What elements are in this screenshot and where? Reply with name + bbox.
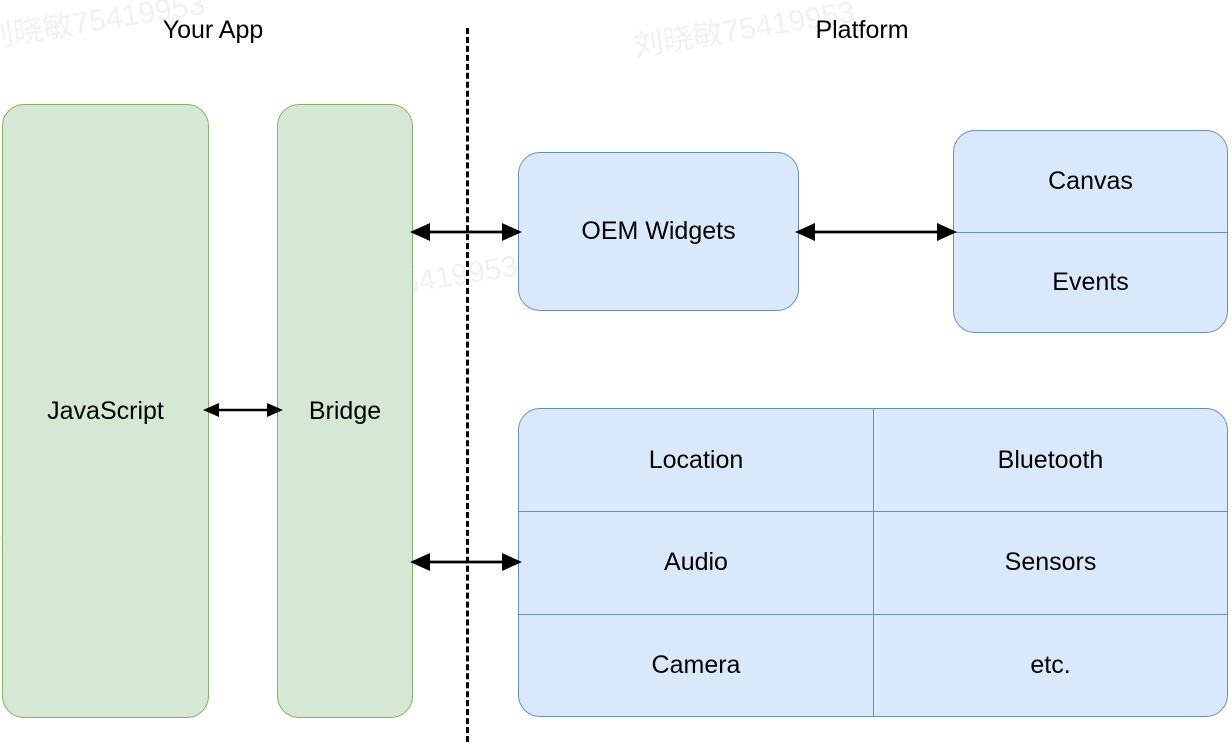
capabilities-cell[interactable]: Audio bbox=[519, 512, 873, 613]
node-oem-widgets[interactable]: OEM Widgets bbox=[518, 152, 799, 311]
capabilities-row: Location Bluetooth bbox=[519, 409, 1227, 512]
app-platform-boundary-divider bbox=[466, 28, 469, 742]
capability-audio-label: Audio bbox=[664, 548, 728, 577]
capability-sensors-label: Sensors bbox=[1004, 548, 1097, 577]
capability-camera-label: Camera bbox=[651, 650, 741, 679]
node-canvas-label: Canvas bbox=[1048, 166, 1133, 195]
node-render-stack-cell[interactable]: Canvas bbox=[954, 131, 1227, 232]
connector-oem-widgets-render-stack-bidirectional-arrow-icon[interactable] bbox=[795, 218, 957, 246]
node-bridge-label: Bridge bbox=[308, 396, 382, 425]
connector-bridge-oem-widgets-bidirectional-arrow-icon[interactable] bbox=[410, 218, 522, 246]
capabilities-cell[interactable]: Bluetooth bbox=[873, 409, 1227, 512]
node-javascript-label: JavaScript bbox=[47, 396, 164, 425]
capability-etc-label: etc. bbox=[1030, 650, 1071, 679]
capabilities-row: Audio Sensors bbox=[519, 511, 1227, 614]
connector-bridge-capabilities-bidirectional-arrow-icon[interactable] bbox=[410, 548, 522, 576]
node-capabilities-grid[interactable]: Location Bluetooth Audio Sensors Camera … bbox=[518, 408, 1228, 717]
column-title-platform: Platform bbox=[815, 16, 909, 44]
capabilities-cell[interactable]: Location bbox=[519, 409, 873, 511]
capabilities-cell[interactable]: Camera bbox=[519, 615, 873, 716]
diagram-canvas: 刘晓敏75419953 刘晓敏75419953 刘晓敏75419953 刘晓敏7… bbox=[0, 0, 1232, 750]
node-bridge[interactable]: Bridge bbox=[277, 104, 413, 718]
node-javascript[interactable]: JavaScript bbox=[2, 104, 209, 718]
node-render-stack-cell[interactable]: Events bbox=[954, 231, 1227, 333]
node-render-stack[interactable]: Canvas Events bbox=[953, 130, 1228, 333]
capability-location-label: Location bbox=[648, 445, 744, 474]
node-events-label: Events bbox=[1052, 267, 1129, 296]
capabilities-cell[interactable]: Sensors bbox=[873, 512, 1227, 614]
connector-javascript-bridge-bidirectional-arrow-icon[interactable] bbox=[203, 396, 283, 424]
capability-bluetooth-label: Bluetooth bbox=[997, 445, 1104, 474]
capabilities-cell[interactable]: etc. bbox=[873, 614, 1227, 716]
node-oem-widgets-label: OEM Widgets bbox=[581, 217, 736, 245]
capabilities-row: Camera etc. bbox=[519, 613, 1227, 716]
column-title-your-app: Your App bbox=[162, 16, 264, 44]
